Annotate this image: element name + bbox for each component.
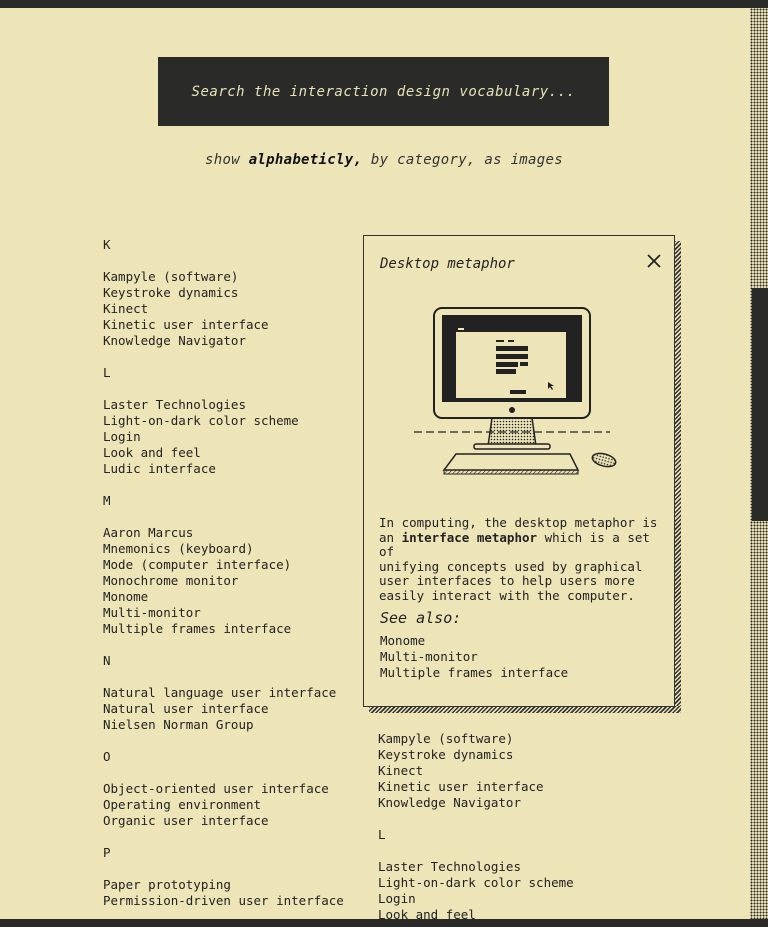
list-item[interactable]: Keystroke dynamics [378, 747, 574, 763]
list-item[interactable]: Mode (computer interface) [103, 557, 344, 573]
close-icon[interactable] [646, 253, 662, 269]
list-item[interactable]: Mnemonics (keyboard) [103, 541, 344, 557]
list-item[interactable]: Monochrome monitor [103, 573, 344, 589]
search-placeholder: Search the interaction design vocabulary… [191, 83, 576, 100]
list-item[interactable]: Knowledge Navigator [103, 333, 344, 349]
view-prefix: show [205, 152, 240, 168]
list-item[interactable]: Natural user interface [103, 701, 344, 717]
see-also-link[interactable]: Multiple frames interface [380, 665, 568, 681]
bottom-edge [0, 919, 768, 927]
list-item[interactable]: Laster Technologies [103, 397, 344, 413]
list-item[interactable]: Multi-monitor [103, 605, 344, 621]
list-item[interactable]: Look and feel [378, 907, 574, 919]
view-alphabetically-link[interactable]: alphabeticly, [249, 152, 362, 168]
list-item[interactable]: Kinect [378, 763, 574, 779]
list-item[interactable]: Light-on-dark color scheme [103, 413, 344, 429]
list-item[interactable]: Organic user interface [103, 813, 344, 829]
letter-group: Paper prototyping Permission-driven user … [103, 877, 344, 909]
view-other-links[interactable]: by category, as images [371, 152, 563, 168]
letter-heading: L [103, 365, 111, 380]
list-item[interactable]: Look and feel [103, 445, 344, 461]
list-item[interactable]: Monome [103, 589, 344, 605]
list-item[interactable]: Login [378, 891, 574, 907]
letter-group: Kampyle (software) Keystroke dynamics Kine… [103, 269, 344, 349]
list-item[interactable]: Object-oriented user interface [103, 781, 344, 797]
see-also-list: Monome Multi-monitor Multiple frames int… [380, 633, 568, 681]
desc-highlight[interactable]: interface metaphor [402, 530, 537, 545]
popup-shadow [369, 706, 681, 713]
alphabetical-index-right: Kampyle (software) Keystroke dynamics Ki… [378, 731, 574, 919]
list-item[interactable]: Knowledge Navigator [378, 795, 574, 811]
list-item[interactable]: Kinetic user interface [378, 779, 574, 795]
letter-group: Laster Technologies Light-on-dark color s… [103, 397, 344, 477]
list-item[interactable]: Operating environment [103, 797, 344, 813]
view-options: show alphabeticly, by category, as image… [0, 152, 750, 168]
letter-heading: O [103, 749, 111, 764]
see-also-link[interactable]: Multi-monitor [380, 649, 568, 665]
desktop-computer-illustration [414, 307, 617, 475]
letter-heading: L [378, 827, 386, 842]
letter-group: Aaron Marcus Mnemonics (keyboard) Mode (co… [103, 525, 344, 637]
popup-description: In computing, the desktop metaphor is an… [379, 515, 669, 603]
list-item[interactable]: Aaron Marcus [103, 525, 344, 541]
letter-heading: N [103, 653, 111, 668]
list-item[interactable]: Paper prototyping [103, 877, 344, 893]
popup-title: Desktop metaphor [380, 256, 515, 272]
letter-heading: M [103, 493, 111, 508]
list-item[interactable]: Natural language user interface [103, 685, 344, 701]
list-item[interactable]: Kampyle (software) [378, 731, 574, 747]
list-item[interactable]: Light-on-dark color scheme [378, 875, 574, 891]
letter-heading: P [103, 845, 111, 860]
list-item[interactable]: Multiple frames interface [103, 621, 344, 637]
list-item[interactable]: Nielsen Norman Group [103, 717, 344, 733]
list-item[interactable]: Keystroke dynamics [103, 285, 344, 301]
list-item[interactable]: Kampyle (software) [103, 269, 344, 285]
search-input[interactable]: Search the interaction design vocabulary… [158, 57, 609, 126]
term-popup: Desktop metaphor In computing, the deskt… [363, 235, 675, 707]
letter-group: Object-oriented user interface Operating … [103, 781, 344, 829]
see-also-link[interactable]: Monome [380, 633, 568, 649]
list-item[interactable]: Ludic interface [103, 461, 344, 477]
alphabetical-index-left: K Kampyle (software) Keystroke dynamics Kin… [103, 237, 344, 919]
list-item[interactable]: Permission-driven user interface [103, 893, 344, 909]
scrollbar-thumb[interactable] [752, 288, 768, 521]
list-item[interactable]: Kinetic user interface [103, 317, 344, 333]
popup-shadow [674, 241, 681, 713]
list-item[interactable]: Kinect [103, 301, 344, 317]
see-also-heading: See also: [380, 609, 462, 627]
list-item[interactable]: Login [103, 429, 344, 445]
list-item[interactable]: Laster Technologies [378, 859, 574, 875]
letter-heading: K [103, 237, 111, 252]
letter-group: Natural language user interface Natural u… [103, 685, 344, 733]
